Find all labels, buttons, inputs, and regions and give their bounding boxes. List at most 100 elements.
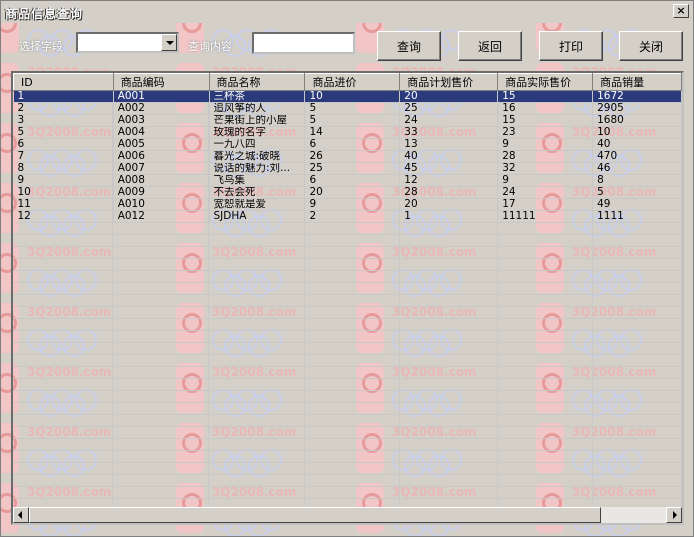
scroll-left-icon[interactable]	[13, 507, 29, 523]
field-select-label: 选择字段	[19, 40, 63, 53]
table-cell: 说话的魅力:刘...	[209, 162, 306, 175]
table-cell: 6	[304, 174, 401, 187]
table-cell: 11111	[497, 210, 594, 223]
table-cell: 32	[497, 162, 594, 175]
scrollbar-thumb[interactable]	[29, 507, 601, 523]
close-button[interactable]: 关闭	[619, 31, 683, 61]
table-cell: 1680	[592, 114, 682, 127]
table-cell: 5	[13, 126, 114, 139]
table-cell: 49	[592, 198, 682, 211]
table-cell: 宽恕就是爱	[209, 198, 306, 211]
table-cell: 46	[592, 162, 682, 175]
table-cell: A002	[113, 102, 210, 115]
table-cell: 2	[13, 102, 114, 115]
table-cell: 14	[304, 126, 401, 139]
column-header[interactable]: 商品实际售价	[497, 73, 594, 91]
table-row[interactable]: 7 A006 暮光之城:破晓 26 40 28 470	[13, 150, 682, 163]
table-cell: 25	[304, 162, 401, 175]
table-cell: 6	[304, 138, 401, 151]
results-grid[interactable]: ID 商品编码 商品名称 商品进价 商品计划售价 商品实际售价 商品销量 1 A001 三杯茶 1…	[11, 71, 684, 525]
column-header[interactable]: 商品进价	[304, 73, 401, 91]
table-cell: 1	[13, 90, 114, 103]
table-cell: 7	[13, 150, 114, 163]
table-row[interactable]: 10 A009 不去会死 20 28 24 5	[13, 186, 682, 199]
table-cell: 12	[13, 210, 114, 223]
query-window: 3Q2008.com 3Q2008.com 3Q2008.com 3Q2008.com…	[0, 0, 694, 537]
table-row[interactable]: 8 A007 说话的魅力:刘... 25 45 32 46	[13, 162, 682, 175]
column-header[interactable]: 商品计划售价	[399, 73, 499, 91]
column-header[interactable]: ID	[13, 73, 114, 91]
table-cell: SJDHA	[209, 210, 306, 223]
query-content-input[interactable]	[252, 32, 355, 54]
back-button[interactable]: 返回	[458, 31, 522, 61]
column-header[interactable]: 商品销量	[592, 73, 682, 91]
table-cell: 40	[399, 150, 499, 163]
table-cell: 追风筝的人	[209, 102, 306, 115]
table-cell: 10	[592, 126, 682, 139]
table-cell: 9	[13, 174, 114, 187]
table-row[interactable]: 9 A008 飞鸟集 6 12 9 8	[13, 174, 682, 187]
table-cell: A004	[113, 126, 210, 139]
table-row[interactable]: 6 A005 一九八四 6 13 9 40	[13, 138, 682, 151]
table-cell: 16	[497, 102, 594, 115]
table-row[interactable]: 11 A010 宽恕就是爱 9 20 17 49	[13, 198, 682, 211]
table-cell: A007	[113, 162, 210, 175]
table-cell: 20	[304, 186, 401, 199]
query-button[interactable]: 查询	[377, 31, 441, 61]
table-row[interactable]: 12 A012 SJDHA 2 1 11111 1111	[13, 210, 682, 223]
table-cell: 45	[399, 162, 499, 175]
table-cell: 1	[399, 210, 499, 223]
table-cell: 40	[592, 138, 682, 151]
table-cell: 28	[497, 150, 594, 163]
table-cell: A010	[113, 198, 210, 211]
table-cell: 2905	[592, 102, 682, 115]
horizontal-scrollbar[interactable]	[13, 507, 682, 523]
table-cell: 三杯茶	[209, 90, 306, 103]
table-cell: 10	[13, 186, 114, 199]
table-cell: 1672	[592, 90, 682, 103]
table-cell: 20	[399, 198, 499, 211]
table-cell: 13	[399, 138, 499, 151]
table-cell: 33	[399, 126, 499, 139]
table-cell: 15	[497, 114, 594, 127]
table-cell: A005	[113, 138, 210, 151]
query-content-label: 查询内容	[188, 40, 232, 53]
table-cell: 17	[497, 198, 594, 211]
results-table: ID 商品编码 商品名称 商品进价 商品计划售价 商品实际售价 商品销量 1 A001 三杯茶 1…	[13, 73, 682, 223]
table-cell: 芒果街上的小屋	[209, 114, 306, 127]
print-button[interactable]: 打印	[539, 31, 603, 61]
table-cell: 11	[13, 198, 114, 211]
column-header[interactable]: 商品编码	[112, 73, 210, 91]
field-select[interactable]	[76, 32, 179, 53]
table-row[interactable]: 2 A002 追风筝的人 5 25 16 2905	[13, 102, 682, 115]
table-cell: 20	[399, 90, 499, 103]
table-cell: 5	[304, 102, 401, 115]
table-cell: 8	[13, 162, 114, 175]
table-cell: 6	[13, 138, 114, 151]
table-cell: 5	[304, 114, 401, 127]
table-cell: 15	[497, 90, 594, 103]
table-row[interactable]: 5 A004 玫瑰的名字 14 33 23 10	[13, 126, 682, 139]
chevron-down-icon[interactable]	[161, 34, 177, 51]
table-row[interactable]: 1 A001 三杯茶 10 20 15 1672	[13, 90, 682, 103]
table-cell: 2	[304, 210, 401, 223]
table-cell: A006	[113, 150, 210, 163]
empty-grid-area	[13, 223, 682, 507]
table-cell: 24	[497, 186, 594, 199]
column-header[interactable]: 商品名称	[208, 73, 306, 91]
table-cell: 9	[497, 174, 594, 187]
window-title: 商品信息查询	[5, 7, 84, 21]
table-cell: A003	[113, 114, 210, 127]
scroll-right-icon[interactable]	[666, 507, 682, 523]
table-cell: 25	[399, 102, 499, 115]
table-row[interactable]: 3 A003 芒果街上的小屋 5 24 15 1680	[13, 114, 682, 127]
table-cell: 24	[399, 114, 499, 127]
table-cell: 470	[592, 150, 682, 163]
table-cell: 12	[399, 174, 499, 187]
table-cell: 3	[13, 114, 114, 127]
table-cell: 10	[304, 90, 401, 103]
table-cell: A009	[113, 186, 210, 199]
close-window-icon[interactable]: ×	[673, 4, 689, 18]
table-cell: 26	[304, 150, 401, 163]
table-cell: 9	[304, 198, 401, 211]
